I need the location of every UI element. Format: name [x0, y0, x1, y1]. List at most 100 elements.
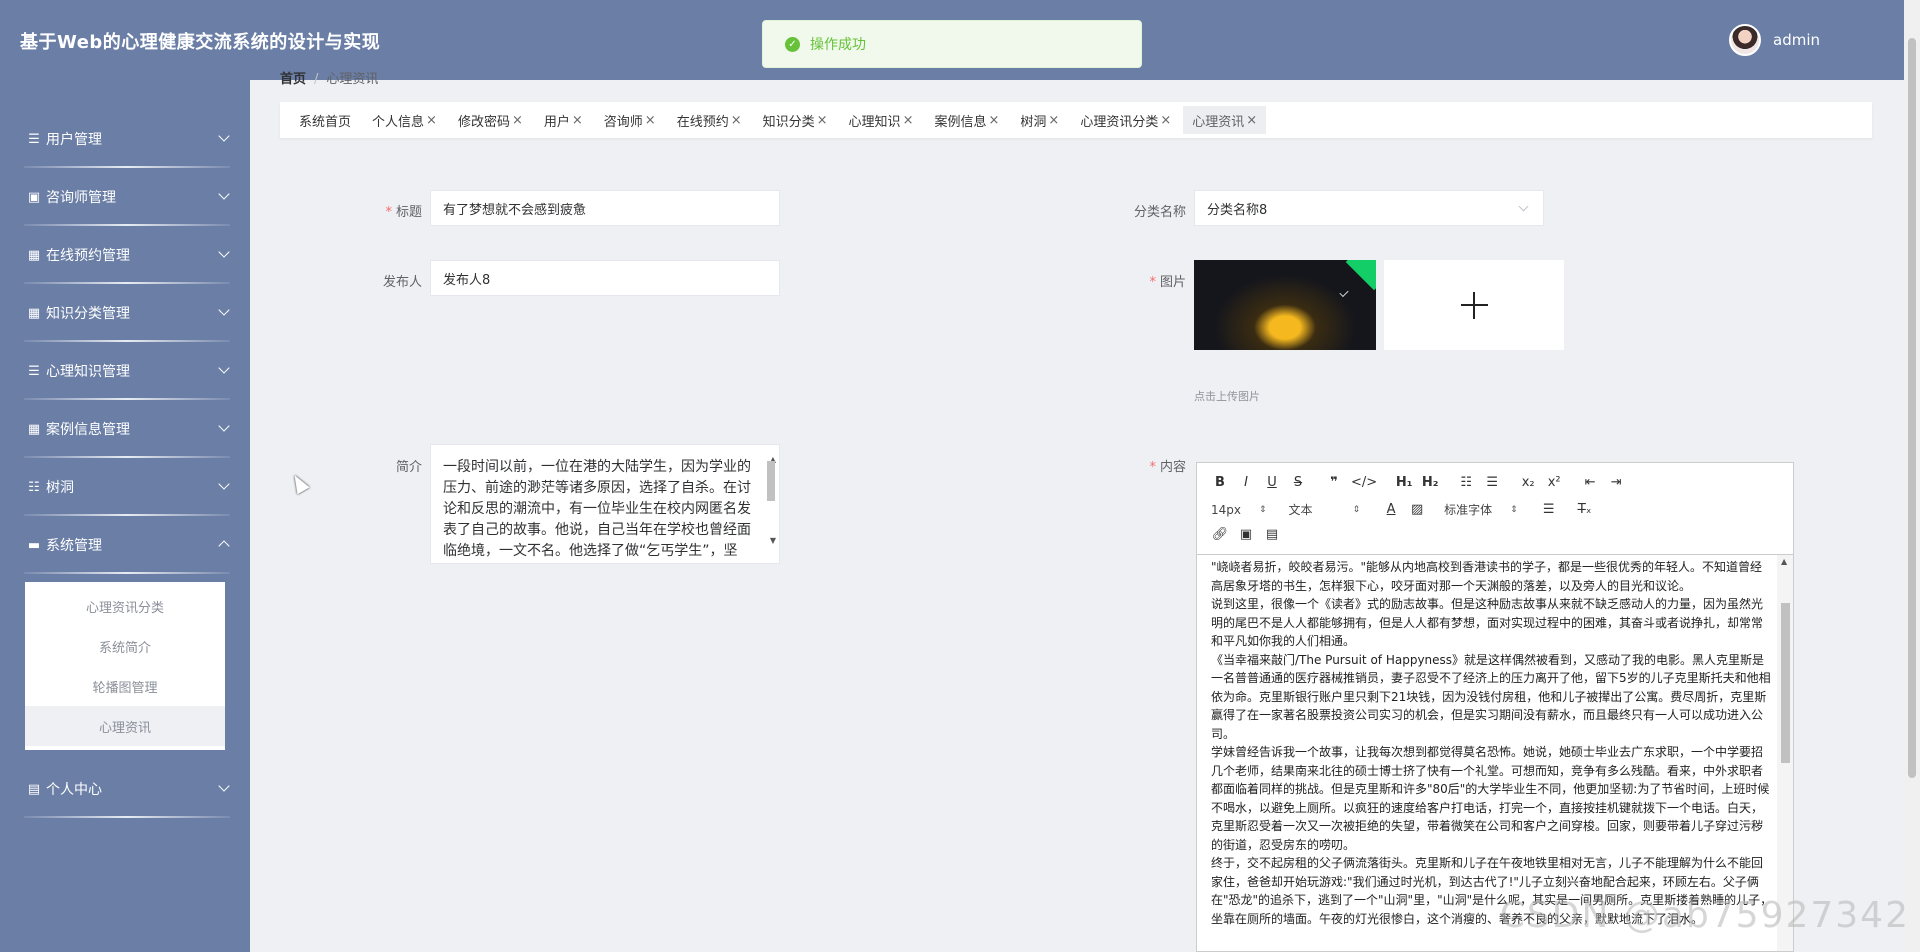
chevron-down-icon	[218, 304, 230, 316]
tab-tree-hole[interactable]: 树洞 ×	[1011, 106, 1068, 134]
grid-icon: ▦	[27, 305, 41, 321]
close-icon[interactable]: ×	[1160, 113, 1171, 128]
sidebar-item-user-management[interactable]: ☰ 用户管理	[0, 110, 250, 168]
username[interactable]: admin	[1773, 31, 1820, 49]
font-size-value: 14px	[1211, 502, 1241, 517]
content-paragraph: 说到这里，很像一个《读者》式的励志故事。但是这种励志故事从来就不缺乏感动人的力量…	[1211, 597, 1764, 648]
blockquote-button[interactable]: ❞	[1325, 475, 1343, 490]
app-title: 基于Web的心理健康交流系统的设计与实现	[20, 32, 381, 53]
superscript-button[interactable]: x²	[1545, 475, 1563, 490]
strikethrough-button[interactable]: S	[1289, 475, 1307, 490]
intro-textarea[interactable]: 一段时间以前，一位在港的大陆学生，因为学业的压力、前途的渺茫等诸多原因，选择了自…	[430, 444, 780, 564]
font-family-value: 标准字体	[1444, 503, 1493, 517]
indent-button[interactable]: ⇥	[1607, 475, 1625, 490]
close-icon[interactable]: ×	[903, 113, 914, 128]
sidebar-item-case-management[interactable]: ▦ 案例信息管理	[0, 400, 250, 458]
clear-format-button[interactable]: T̶ₓ	[1576, 502, 1594, 517]
sidebar-item-counselor-management[interactable]: ▣ 咨询师管理	[0, 168, 250, 226]
bold-button[interactable]: B	[1211, 475, 1229, 490]
close-icon[interactable]: ×	[1048, 113, 1059, 128]
close-icon[interactable]: ×	[988, 113, 999, 128]
close-icon[interactable]: ×	[1246, 113, 1257, 128]
italic-button[interactable]: I	[1237, 475, 1255, 490]
mouse-cursor-icon	[288, 471, 310, 495]
link-icon[interactable]: 🔗︎	[1211, 527, 1229, 542]
upload-add-button[interactable]	[1384, 260, 1564, 350]
tab-label: 咨询师	[603, 114, 643, 130]
chevron-down-icon	[218, 362, 230, 374]
heading1-button[interactable]: H₁	[1395, 475, 1413, 490]
editor-scrollbar[interactable]: ▲	[1777, 555, 1793, 951]
tab-news-category[interactable]: 心理资讯分类 ×	[1071, 106, 1180, 134]
page-scrollbar[interactable]	[1904, 0, 1920, 952]
tab-label: 知识分类	[762, 114, 815, 130]
scroll-thumb[interactable]	[1781, 603, 1790, 763]
tab-home[interactable]: 系统首页	[290, 106, 360, 134]
tab-change-password[interactable]: 修改密码 ×	[449, 106, 532, 134]
scroll-down-icon[interactable]: ▼	[770, 530, 776, 551]
close-icon[interactable]: ×	[817, 113, 828, 128]
outdent-button[interactable]: ⇤	[1581, 475, 1599, 490]
close-icon[interactable]: ×	[426, 113, 437, 128]
breadcrumb-home[interactable]: 首页	[280, 72, 306, 87]
tab-cases[interactable]: 案例信息 ×	[925, 106, 1008, 134]
avatar[interactable]	[1729, 24, 1761, 56]
sidebar-item-appointment-management[interactable]: ▦ 在线预约管理	[0, 226, 250, 284]
tab-users[interactable]: 用户 ×	[535, 106, 592, 134]
font-family-select[interactable]: 标准字体 ⇕	[1444, 501, 1518, 518]
code-block-button[interactable]: </>	[1351, 475, 1377, 490]
close-icon[interactable]: ×	[572, 113, 583, 128]
updown-icon: ⇕	[1259, 504, 1267, 515]
font-size-select[interactable]: 14px ⇕	[1211, 503, 1267, 517]
scroll-thumb[interactable]	[767, 461, 775, 501]
category-select[interactable]: 分类名称8	[1194, 190, 1544, 226]
block-type-select[interactable]: 文本 ⇕	[1289, 501, 1361, 518]
align-button[interactable]: ☰	[1540, 502, 1558, 517]
grid-icon: ▦	[27, 421, 41, 437]
chevron-up-icon	[218, 540, 230, 552]
close-icon[interactable]: ×	[512, 113, 523, 128]
submenu-item-news[interactable]: 心理资讯	[25, 706, 225, 746]
sliders-icon: ☷	[28, 479, 40, 495]
underline-button[interactable]: U	[1263, 475, 1281, 490]
user-menu[interactable]: admin	[1729, 24, 1820, 56]
sidebar-item-system-management[interactable]: ▬ 系统管理	[0, 516, 250, 574]
publisher-input[interactable]: 发布人8	[430, 260, 780, 296]
bullet-list-button[interactable]: ☰	[1483, 475, 1501, 490]
title-input[interactable]: 有了梦想就不会感到疲惫	[430, 190, 780, 226]
close-icon[interactable]: ×	[645, 113, 656, 128]
chevron-down-icon	[218, 188, 230, 200]
tab-news[interactable]: 心理资讯 ×	[1183, 106, 1267, 134]
sidebar-item-tree-hole[interactable]: ☷ 树洞	[0, 458, 250, 516]
sidebar-item-knowledge-management[interactable]: ☰ 心理知识管理	[0, 342, 250, 400]
tab-knowledge-category[interactable]: 知识分类 ×	[754, 106, 837, 134]
tab-appointments[interactable]: 在线预约 ×	[668, 106, 751, 134]
sidebar-item-label: 知识分类管理	[46, 306, 130, 322]
sidebar-item-knowledge-category[interactable]: ▦ 知识分类管理	[0, 284, 250, 342]
scroll-thumb[interactable]	[1908, 38, 1916, 778]
chevron-down-icon	[218, 420, 230, 432]
tab-label: 树洞	[1020, 114, 1047, 130]
chevron-down-icon	[218, 780, 230, 792]
textarea-scrollbar[interactable]: ▲ ▼	[766, 447, 778, 561]
subscript-button[interactable]: x₂	[1519, 475, 1537, 490]
tab-personal-info[interactable]: 个人信息 ×	[363, 106, 446, 134]
image-icon[interactable]: ▣	[1237, 527, 1255, 542]
intro-value: 一段时间以前，一位在港的大陆学生，因为学业的压力、前途的渺茫等诸多原因，选择了自…	[443, 459, 751, 559]
close-icon[interactable]: ×	[731, 113, 742, 128]
sidebar-item-personal-center[interactable]: ▤ 个人中心	[0, 760, 250, 818]
font-color-button[interactable]: A	[1382, 502, 1400, 517]
tab-knowledge[interactable]: 心理知识 ×	[840, 106, 923, 134]
video-icon[interactable]: ▤	[1263, 527, 1281, 542]
editor-content[interactable]: "峣峣者易折，皎皎者易污。"能够从内地高校到香港读书的学子，都是一些很优秀的年轻…	[1211, 558, 1773, 951]
uploaded-image-thumbnail[interactable]	[1194, 260, 1376, 350]
submenu-item-news-category[interactable]: 心理资讯分类	[25, 586, 225, 626]
submenu-item-system-intro[interactable]: 系统简介	[25, 626, 225, 666]
ordered-list-button[interactable]: ☷	[1457, 475, 1475, 490]
background-color-button[interactable]: ▨	[1408, 502, 1426, 517]
tab-counselors[interactable]: 咨询师 ×	[595, 106, 665, 134]
scroll-up-icon[interactable]: ▲	[1781, 557, 1787, 566]
submenu-item-carousel[interactable]: 轮播图管理	[25, 666, 225, 706]
tab-label: 心理资讯分类	[1080, 114, 1159, 130]
heading2-button[interactable]: H₂	[1421, 475, 1439, 490]
